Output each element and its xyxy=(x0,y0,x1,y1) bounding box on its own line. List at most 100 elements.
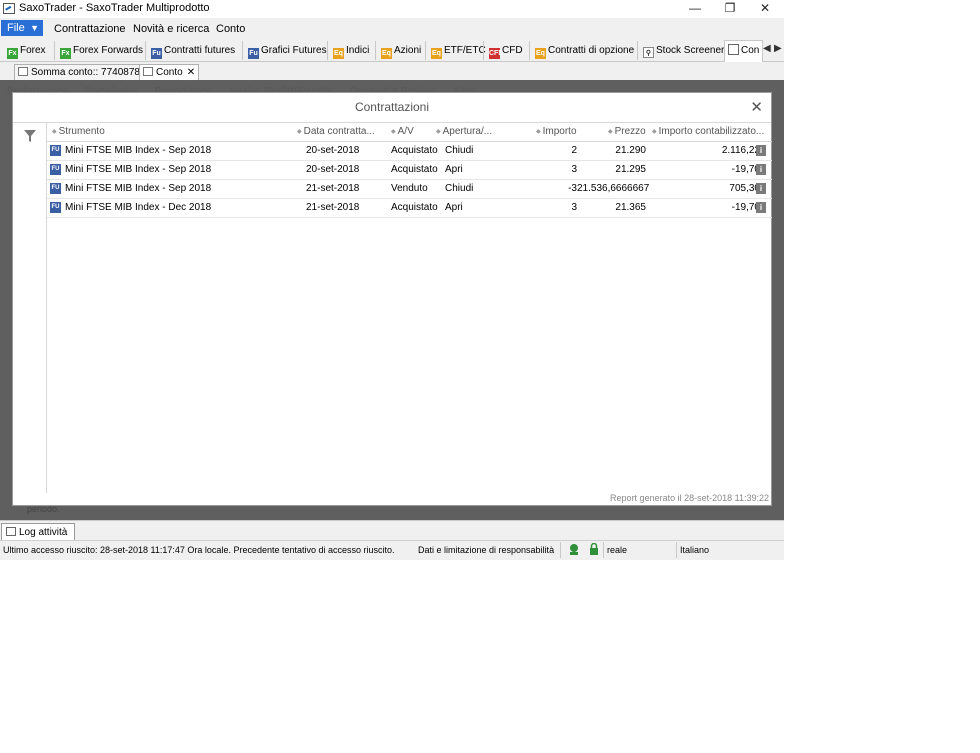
cell-av: Acquistato xyxy=(391,202,438,213)
info-icon[interactable]: i xyxy=(756,164,766,175)
tab-forex[interactable]: Fx Forex xyxy=(7,41,46,60)
cell-importo: 3 xyxy=(571,202,577,213)
cell-apertura: Chiudi xyxy=(445,183,474,194)
divider xyxy=(603,542,604,558)
tab-stock-screener[interactable]: ⚲ Stock Screener xyxy=(637,41,724,60)
menu-novita-ricerca[interactable]: Novità e ricerca xyxy=(133,23,209,35)
filter-icon[interactable] xyxy=(23,129,37,143)
tab-conto[interactable]: Con xyxy=(724,40,764,62)
cell-av: Acquistato xyxy=(391,164,438,175)
tab-label: Contratti di opzione xyxy=(548,45,635,56)
info-icon[interactable]: i xyxy=(756,183,766,194)
contrattazioni-dialog: Contrattazioni ✕ ◆ Strumento ◆ Data contra… xyxy=(12,92,772,506)
tab-contratti-opzione[interactable]: Eq Contratti di opzione xyxy=(529,41,634,60)
cell-prezzo: 21.290 xyxy=(615,145,646,156)
account-mode: reale xyxy=(607,545,628,555)
trades-table: ◆ Strumento ◆ Data contratta... ◆ A/V ◆ Aper… xyxy=(47,123,772,218)
tab-cfd[interactable]: CFDCFD xyxy=(483,41,523,60)
cell-data: 21-set-2018 xyxy=(306,183,360,194)
menu-conto[interactable]: Conto xyxy=(216,23,245,35)
table-row[interactable]: FU Mini FTSE MIB Index - Sep 2018 21-set… xyxy=(47,180,772,199)
cell-data: 20-set-2018 xyxy=(306,164,360,175)
dialog-close-button[interactable]: ✕ xyxy=(750,98,763,116)
subtab-conto[interactable]: Conto ✕ xyxy=(139,64,200,80)
account-doc-icon xyxy=(728,44,739,55)
subtab-label: Somma conto:: 7740878 xyxy=(31,67,140,78)
column-header-importo[interactable]: ◆ Importo xyxy=(536,126,577,137)
tab-contratti-futures[interactable]: Fu Contratti futures xyxy=(145,41,235,60)
cell-av: Venduto xyxy=(391,183,428,194)
lock-icon xyxy=(590,543,598,555)
cell-prezzo: 21.295 xyxy=(615,164,646,175)
tab-scroll-left-icon[interactable]: ◀ xyxy=(763,43,771,54)
tab-label: Con xyxy=(741,45,760,56)
tab-azioni[interactable]: Eq Azioni xyxy=(375,41,421,60)
tab-label: Azioni xyxy=(394,45,422,56)
tab-indici[interactable]: Eq Indici xyxy=(327,41,369,60)
table-row[interactable]: FU Mini FTSE MIB Index - Sep 2018 20-set… xyxy=(47,161,772,180)
cell-strumento: Mini FTSE MIB Index - Sep 2018 xyxy=(65,183,212,194)
tab-forex-forwards[interactable]: Fx Forex Forwards xyxy=(54,41,143,60)
cell-data: 21-set-2018 xyxy=(306,202,360,213)
tab-label: CFD xyxy=(502,45,523,56)
column-header-apertura[interactable]: ◆ Apertura/... xyxy=(436,126,492,137)
futures-icon: FU xyxy=(50,202,61,213)
table-header: ◆ Strumento ◆ Data contratta... ◆ A/V ◆ Aper… xyxy=(47,123,772,142)
futures-icon: Fu xyxy=(151,48,162,59)
tab-grafici-futures[interactable]: Fu Grafici Futures xyxy=(242,41,327,60)
app-logo-icon xyxy=(3,3,15,14)
bottom-panel-tabs: Log attività xyxy=(0,520,784,541)
cell-prezzo: 21.365 xyxy=(615,202,646,213)
column-header-data[interactable]: ◆ Data contratta... xyxy=(297,126,375,137)
subtab-label: Conto xyxy=(156,67,183,78)
column-header-prezzo[interactable]: ◆ Prezzo xyxy=(608,126,646,137)
cell-importo-contabilizzato: 2.116,22 xyxy=(721,145,760,156)
tab-label: Forex xyxy=(20,45,46,56)
tab-scroll-right-icon[interactable]: ▶ xyxy=(774,43,782,54)
chevron-down-icon: ▼ xyxy=(30,23,39,33)
file-menu-button[interactable]: File ▼ xyxy=(1,20,43,36)
maximize-button[interactable]: ❐ xyxy=(713,0,747,18)
cell-apertura: Apri xyxy=(445,202,463,213)
info-icon[interactable]: i xyxy=(756,145,766,156)
column-header-av[interactable]: ◆ A/V xyxy=(391,126,414,137)
app-window: SaxoTrader - SaxoTrader Multiprodotto — … xyxy=(0,0,784,560)
cell-strumento: Mini FTSE MIB Index - Sep 2018 xyxy=(65,164,212,175)
subtab-somma-conto[interactable]: Somma conto:: 7740878 xyxy=(14,64,144,80)
status-message: Ultimo accesso riuscito: 28-set-2018 11:… xyxy=(3,545,395,555)
menu-contrattazione[interactable]: Contrattazione xyxy=(54,23,126,35)
cell-importo-contabilizzato: -19,70 xyxy=(731,202,760,213)
table-row[interactable]: FU Mini FTSE MIB Index - Sep 2018 20-set… xyxy=(47,142,772,161)
cell-prezzo: 21.536,6666667 xyxy=(577,183,650,194)
divider xyxy=(676,542,677,558)
column-header-importo-contabilizzato[interactable]: ◆ Importo contabilizzato... xyxy=(652,126,764,137)
table-row[interactable]: FU Mini FTSE MIB Index - Dec 2018 21-set… xyxy=(47,199,772,218)
module-tab-bar: Fx Forex Fx Forex Forwards Fu Contratti fut… xyxy=(0,40,784,62)
minimize-button[interactable]: — xyxy=(678,0,712,18)
info-icon[interactable]: i xyxy=(756,202,766,213)
divider xyxy=(560,542,561,558)
etf-icon: Eq xyxy=(431,48,442,59)
tab-etf-etc[interactable]: Eq ETF/ETC xyxy=(425,41,486,60)
status-bar: Ultimo accesso riuscito: 28-set-2018 11:… xyxy=(0,540,784,559)
language-selector[interactable]: Italiano xyxy=(680,545,709,555)
close-tab-icon[interactable]: ✕ xyxy=(187,67,195,78)
cell-apertura: Chiudi xyxy=(445,145,474,156)
file-menu-label: File xyxy=(7,22,25,34)
cell-av: Acquistato xyxy=(391,145,438,156)
disclaimer-link[interactable]: Dati e limitazione di responsabilità xyxy=(418,545,554,555)
log-icon xyxy=(6,527,16,536)
report-generated-text: Report generato il 28-set-2018 11:39:22 xyxy=(610,493,769,503)
cell-importo: -3 xyxy=(568,183,577,194)
close-window-button[interactable]: ✕ xyxy=(748,0,782,18)
futures-icon: FU xyxy=(50,183,61,194)
dialog-title: Contrattazioni xyxy=(354,100,430,114)
equity-icon: Eq xyxy=(333,48,344,59)
column-header-strumento[interactable]: ◆ Strumento xyxy=(52,126,105,137)
cfd-icon: CFD xyxy=(489,48,504,59)
magnifier-icon: ⚲ xyxy=(643,47,654,58)
tab-log-attivita[interactable]: Log attività xyxy=(1,523,76,541)
tab-label: Log attività xyxy=(19,527,68,538)
document-icon xyxy=(18,67,28,76)
tab-label: Grafici Futures xyxy=(261,45,327,56)
